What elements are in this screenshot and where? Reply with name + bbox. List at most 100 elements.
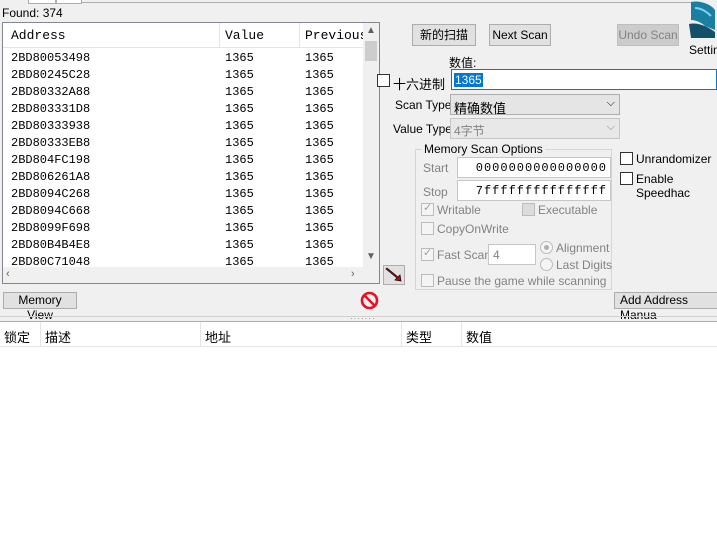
next-scan-button[interactable]: Next Scan: [489, 24, 551, 46]
row-value: 1365: [225, 136, 254, 150]
table-row[interactable]: 2BD806261A8 1365 1365: [3, 168, 365, 185]
hex-checkbox[interactable]: [377, 74, 390, 87]
value-type-label: Value Type: [393, 122, 452, 136]
new-scan-button[interactable]: 新的扫描: [412, 24, 476, 46]
top-tab[interactable]: [28, 0, 56, 4]
row-address: 2BD803331D8: [11, 102, 91, 116]
executable-checkbox[interactable]: [522, 203, 535, 216]
scroll-right-icon[interactable]: ›: [351, 268, 355, 280]
column-value[interactable]: Value: [225, 28, 264, 43]
row-address: 2BD80333938: [11, 119, 91, 133]
table-row[interactable]: 2BD80B4B4E8 1365 1365: [3, 236, 365, 253]
row-previous: 1365: [305, 85, 334, 99]
row-previous: 1365: [305, 102, 334, 116]
alignment-radio[interactable]: [540, 241, 553, 254]
row-address: 2BD804FC198: [11, 153, 91, 167]
scan-type-select[interactable]: 精确数值 ⌵: [450, 94, 620, 116]
scroll-up-icon[interactable]: ▲: [366, 25, 376, 36]
horizontal-scrollbar[interactable]: ‹ ›: [3, 267, 379, 283]
column-address[interactable]: Address: [11, 28, 66, 43]
row-address: 2BD80053498: [11, 51, 91, 65]
table-row[interactable]: 2BD80332A88 1365 1365: [3, 83, 365, 100]
table-row[interactable]: 2BD803331D8 1365 1365: [3, 100, 365, 117]
scan-results-list[interactable]: Address Value Previous 2BD80053498 1365 13…: [2, 22, 380, 284]
pause-game-label: Pause the game while scanning: [437, 274, 607, 288]
fast-scan-input[interactable]: 4: [488, 244, 536, 265]
start-label: Start: [423, 161, 449, 175]
row-address: 2BD80332A88: [11, 85, 91, 99]
address-table[interactable]: 锁定 描述 地址 类型 数值: [0, 321, 717, 545]
fast-scan-label: Fast Scan: [437, 248, 492, 262]
stop-label: Stop: [423, 185, 448, 199]
table-row[interactable]: 2BD804FC198 1365 1365: [3, 151, 365, 168]
cheat-engine-logo-icon[interactable]: [685, 0, 717, 42]
chevron-down-icon: ⌵: [606, 97, 615, 109]
row-address: 2BD8094C668: [11, 204, 91, 218]
hex-label: 十六进制: [393, 77, 446, 92]
table-row[interactable]: 2BD80053498 1365 1365: [3, 49, 365, 66]
row-previous: 1365: [305, 68, 334, 82]
add-address-manually-button[interactable]: Add Address Manua: [614, 292, 717, 322]
column-address[interactable]: 地址: [205, 327, 231, 346]
table-row[interactable]: 2BD80245C28 1365 1365: [3, 66, 365, 83]
unrandomizer-label: Unrandomizer: [636, 152, 712, 166]
memory-view-button[interactable]: Memory View: [3, 292, 77, 322]
row-value: 1365: [225, 170, 254, 184]
speedhack-checkbox[interactable]: [620, 172, 633, 185]
stop-icon[interactable]: [360, 291, 379, 310]
column-value[interactable]: 数值: [466, 327, 492, 346]
copy-to-list-button[interactable]: [383, 265, 405, 285]
last-digits-radio[interactable]: [540, 258, 553, 271]
row-previous: 1365: [305, 238, 334, 252]
found-count: Found: 374: [2, 6, 63, 20]
start-address-input[interactable]: 0000000000000000: [457, 157, 611, 178]
chevron-down-icon: ⌵: [606, 121, 615, 133]
row-value: 1365: [225, 51, 254, 65]
row-value: 1365: [225, 238, 254, 252]
row-value: 1365: [225, 102, 254, 116]
row-address: 2BD8099F698: [11, 221, 91, 235]
row-previous: 1365: [305, 221, 334, 235]
row-previous: 1365: [305, 153, 334, 167]
row-value: 1365: [225, 187, 254, 201]
writable-label: Writable: [437, 203, 481, 217]
scroll-thumb[interactable]: [365, 41, 377, 61]
scan-type-label: Scan Type: [395, 98, 452, 112]
scan-value-input[interactable]: 1365: [451, 69, 717, 90]
scan-value-text: 1365: [454, 73, 483, 87]
alignment-label: Alignment: [556, 241, 610, 255]
copy-on-write-checkbox[interactable]: [421, 222, 434, 235]
top-tab-strip: [0, 0, 717, 4]
column-previous[interactable]: Previous: [305, 28, 367, 43]
unrandomizer-checkbox[interactable]: [620, 152, 633, 165]
splitter[interactable]: ·······: [0, 313, 717, 323]
pause-game-checkbox[interactable]: [421, 274, 434, 287]
undo-scan-button[interactable]: Undo Scan: [617, 24, 679, 46]
table-row[interactable]: 2BD80333938 1365 1365: [3, 117, 365, 134]
table-row[interactable]: 2BD8099F698 1365 1365: [3, 219, 365, 236]
scroll-left-icon[interactable]: ‹: [6, 268, 10, 280]
last-digits-label: Last Digits: [556, 258, 613, 272]
value-type-select[interactable]: 4字节 ⌵: [450, 118, 620, 139]
row-address: 2BD80B4B4E8: [11, 238, 91, 252]
fast-scan-checkbox[interactable]: [421, 246, 434, 261]
column-type[interactable]: 类型: [406, 327, 432, 346]
table-row[interactable]: 2BD8094C268 1365 1365: [3, 185, 365, 202]
executable-label: Executable: [538, 203, 598, 217]
row-value: 1365: [225, 68, 254, 82]
row-previous: 1365: [305, 51, 334, 65]
row-address: 2BD8094C268: [11, 187, 91, 201]
row-address: 2BD80245C28: [11, 68, 91, 82]
table-row[interactable]: 2BD80333EB8 1365 1365: [3, 134, 365, 151]
column-description[interactable]: 描述: [45, 327, 71, 346]
writable-checkbox[interactable]: [421, 201, 434, 216]
address-table-header: 锁定 描述 地址 类型 数值: [0, 322, 717, 347]
settings-label[interactable]: Settin: [689, 43, 717, 57]
table-row[interactable]: 2BD8094C668 1365 1365: [3, 202, 365, 219]
vertical-scrollbar[interactable]: ▲ ▼: [363, 23, 379, 267]
stop-address-input[interactable]: 7fffffffffffffff: [457, 180, 611, 201]
column-lock[interactable]: 锁定: [4, 327, 30, 346]
scroll-down-icon[interactable]: ▼: [366, 251, 376, 262]
top-tab[interactable]: [56, 0, 82, 4]
row-address: 2BD806261A8: [11, 170, 91, 184]
